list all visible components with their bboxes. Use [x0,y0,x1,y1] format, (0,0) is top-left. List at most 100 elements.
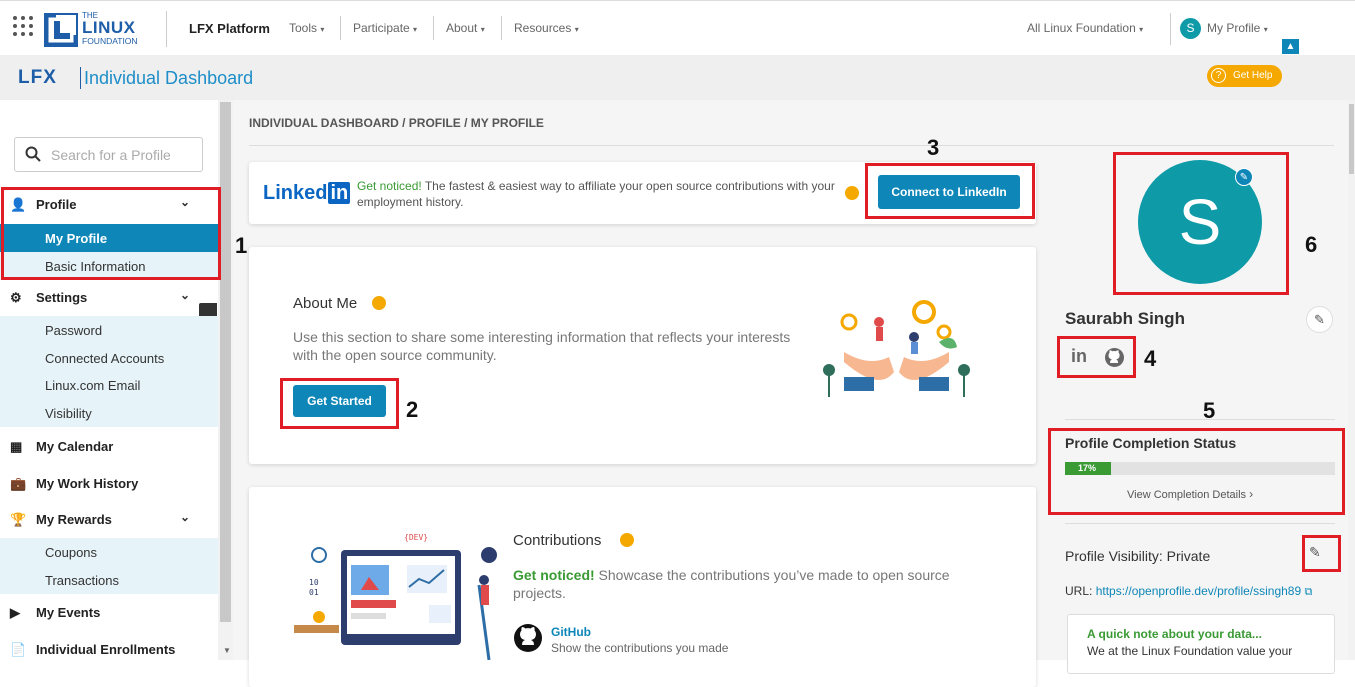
github-description: Show the contributions you made [551,641,729,655]
divider [340,16,341,40]
main-scrollbar[interactable] [1348,100,1355,660]
get-help-button[interactable]: ? Get Help [1207,65,1282,87]
sidebar-item-visibility[interactable]: Visibility [0,399,218,427]
sidebar-item-connected-accounts[interactable]: Connected Accounts [0,344,218,372]
linkedin-notice: Get noticed! [357,179,422,193]
sidebar-item-label: Visibility [45,406,92,421]
marker-3: 3 [927,135,940,160]
nav-about[interactable]: About ▾ [446,21,485,35]
my-profile-label: My Profile [1207,21,1261,35]
contributions-illustration: 10 01 {DEV} [294,533,497,660]
about-illustration [823,300,970,397]
highlight-box-2 [280,378,399,429]
nav-resources-label: Resources [514,21,572,35]
sidebar-item-individual-enrollments[interactable]: 📄 Individual Enrollments [0,633,218,667]
sidebar-item-linux-email[interactable]: Linux.com Email [0,371,218,399]
edit-name-icon[interactable]: ✎ [1306,306,1333,333]
main-scroll-thumb[interactable] [1349,104,1354,174]
sidebar-scroll-thumb[interactable] [220,102,231,622]
all-lf-label: All Linux Foundation [1027,21,1136,35]
profile-search-input[interactable]: Search for a Profile [14,137,203,172]
highlight-box-4 [1057,336,1136,378]
marker-6: 6 [1305,232,1318,257]
nav-about-label: About [446,21,478,35]
sidebar-item-my-calendar[interactable]: ▦ My Calendar [0,430,218,464]
divider [433,16,434,40]
sidebar-item-label: Connected Accounts [45,351,165,366]
divider [166,11,167,47]
document-icon: 📄 [10,642,27,657]
sidebar-item-label: Linux.com Email [45,378,141,393]
sidebar-item-label: My Calendar [36,439,114,454]
sidebar-item-coupons[interactable]: Coupons [0,538,218,566]
marker-4: 4 [1144,346,1157,371]
dashboard-title: Individual Dashboard [84,68,254,88]
logo-main-text: LINUX [82,18,136,37]
top-navbar: THE LINUX FOUNDATION LFX Platform Tools … [0,0,1355,55]
all-linux-foundation-menu[interactable]: All Linux Foundation ▾ [1027,21,1143,35]
about-description: Use this section to share some interesti… [293,329,791,363]
svg-text:{DEV}: {DEV} [404,533,428,542]
sidebar-item-label: My Events [36,605,101,620]
sidebar-item-label: Coupons [45,545,98,560]
copy-icon[interactable]: ⧉ [1305,586,1313,598]
search-icon [25,146,41,166]
profile-url-label: URL: [1065,584,1096,598]
profile-url-link[interactable]: https://openprofile.dev/profile/ssingh89 [1096,584,1301,598]
user-avatar[interactable]: S [1180,18,1201,39]
briefcase-icon: 💼 [10,476,27,491]
calendar-icon: ▦ [10,439,23,454]
search-placeholder: Search for a Profile [51,147,171,163]
divider [1170,13,1171,45]
sidebar-item-my-events[interactable]: ▶ My Events [0,596,218,630]
lfx-logo: LFX [18,67,57,88]
highlight-box-5 [1048,428,1345,515]
contributions-description: Get noticed! Showcase the contributions … [513,566,1003,602]
sidebar-item-label: My Work History [36,476,139,491]
apps-grid-icon[interactable] [13,16,33,36]
my-profile-menu[interactable]: My Profile ▾ [1207,21,1268,35]
divider [1065,523,1335,524]
marker-2: 2 [406,397,419,422]
play-circle-icon: ▶ [10,605,20,620]
contributions-title: Contributions [513,532,602,549]
linux-foundation-logo[interactable]: THE LINUX FOUNDATION [44,11,154,47]
status-dot-icon [620,533,634,547]
nav-participate[interactable]: Participate ▾ [353,21,417,35]
linkedin-logo-in: in [328,182,351,204]
github-link[interactable]: GitHub [551,625,591,639]
sidebar-item-password[interactable]: Password [0,316,218,344]
logo-sub-text: FOUNDATION [82,36,138,46]
sidebar-item-work-history[interactable]: 💼 My Work History [0,467,218,501]
platform-title[interactable]: LFX Platform [189,21,270,36]
nav-participate-label: Participate [353,21,410,35]
linkedin-logo: Linked in [263,182,351,205]
marker-1: 1 [235,233,248,258]
nav-resources[interactable]: Resources ▾ [514,21,579,35]
get-help-label: Get Help [1233,70,1273,81]
sidebar-item-label: My Rewards [36,512,112,527]
highlight-box-6 [1113,152,1289,295]
breadcrumb: INDIVIDUAL DASHBOARD / PROFILE / MY PROF… [249,116,544,130]
divider [80,67,81,89]
data-note-title: A quick note about your data... [1087,627,1262,641]
status-dot-icon [845,186,859,200]
sidebar-item-label: Password [45,323,103,338]
divider [501,16,502,40]
profile-url: URL: https://openprofile.dev/profile/ssi… [1065,584,1312,599]
sidebar-item-my-rewards[interactable]: 🏆 My Rewards ⌄ [0,503,218,537]
marker-5: 5 [1203,398,1216,423]
sidebar-item-settings[interactable]: ⚙ Settings ⌄ [0,281,218,315]
divider [249,145,1334,146]
highlight-box-visibility [1302,535,1341,572]
scroll-down-icon[interactable]: ▼ [223,646,231,655]
status-dot-icon [372,296,386,310]
linkedin-banner-text: Get noticed! The fastest & easiest way t… [357,178,837,210]
nav-tools[interactable]: Tools ▾ [289,21,324,35]
scroll-up-icon[interactable]: ▲ [1282,39,1299,54]
svg-text:10: 10 [309,578,319,587]
sidebar-item-transactions[interactable]: Transactions [0,566,218,594]
gear-icon: ⚙ [10,290,22,305]
github-icon [514,624,542,652]
dashboard-header: LFX Individual Dashboard ? Get Help [0,55,1355,100]
